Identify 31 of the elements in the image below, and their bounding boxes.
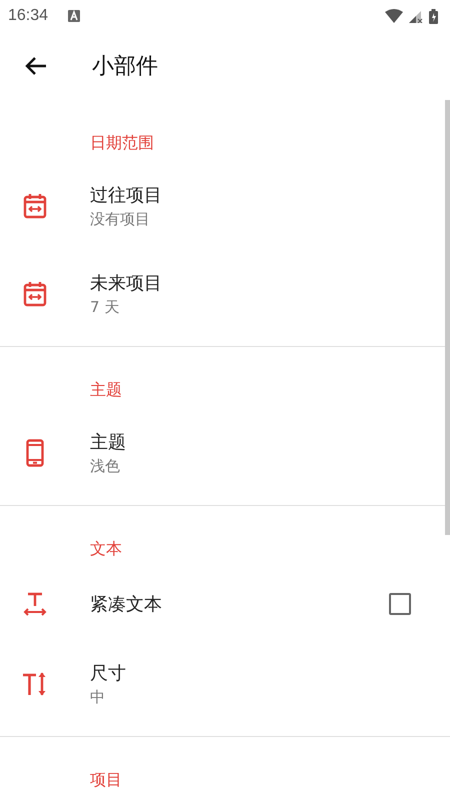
page-title: 小部件: [92, 53, 158, 81]
item-title: 过往项目: [90, 184, 163, 207]
settings-item[interactable]: 主题 浅色: [0, 409, 444, 497]
phone-icon: [26, 439, 44, 467]
item-summary: 7 天: [90, 298, 120, 317]
item-title: 紧凑文本: [90, 593, 163, 616]
calendar-icon: [23, 281, 47, 307]
settings-item[interactable]: 未来项目 7 天: [0, 250, 444, 338]
text-width-icon: [23, 592, 47, 616]
back-arrow-icon[interactable]: [25, 56, 47, 76]
status-time: 16:34: [8, 7, 48, 25]
notification-icon: [68, 10, 80, 22]
wifi-icon: [385, 9, 403, 23]
section-header: 项目: [90, 770, 122, 791]
battery-icon: [429, 8, 438, 24]
settings-item[interactable]: 紧凑文本: [0, 568, 444, 640]
item-summary: 没有项目: [90, 210, 151, 229]
settings-item[interactable]: 过往项目 没有项目: [0, 162, 444, 250]
settings-item[interactable]: 尺寸 中: [0, 640, 444, 728]
section-header: 文本: [90, 539, 122, 560]
text-size-icon: [22, 671, 48, 697]
checkbox[interactable]: [389, 593, 411, 615]
item-title: 未来项目: [90, 272, 163, 295]
section-header: 日期范围: [90, 133, 154, 154]
section-header: 主题: [90, 380, 122, 401]
item-title: 尺寸: [90, 662, 127, 685]
item-summary: 中: [90, 688, 106, 707]
signal-icon: [409, 9, 423, 23]
item-title: 主题: [90, 431, 127, 454]
calendar-icon: [23, 193, 47, 219]
item-summary: 浅色: [90, 457, 121, 476]
